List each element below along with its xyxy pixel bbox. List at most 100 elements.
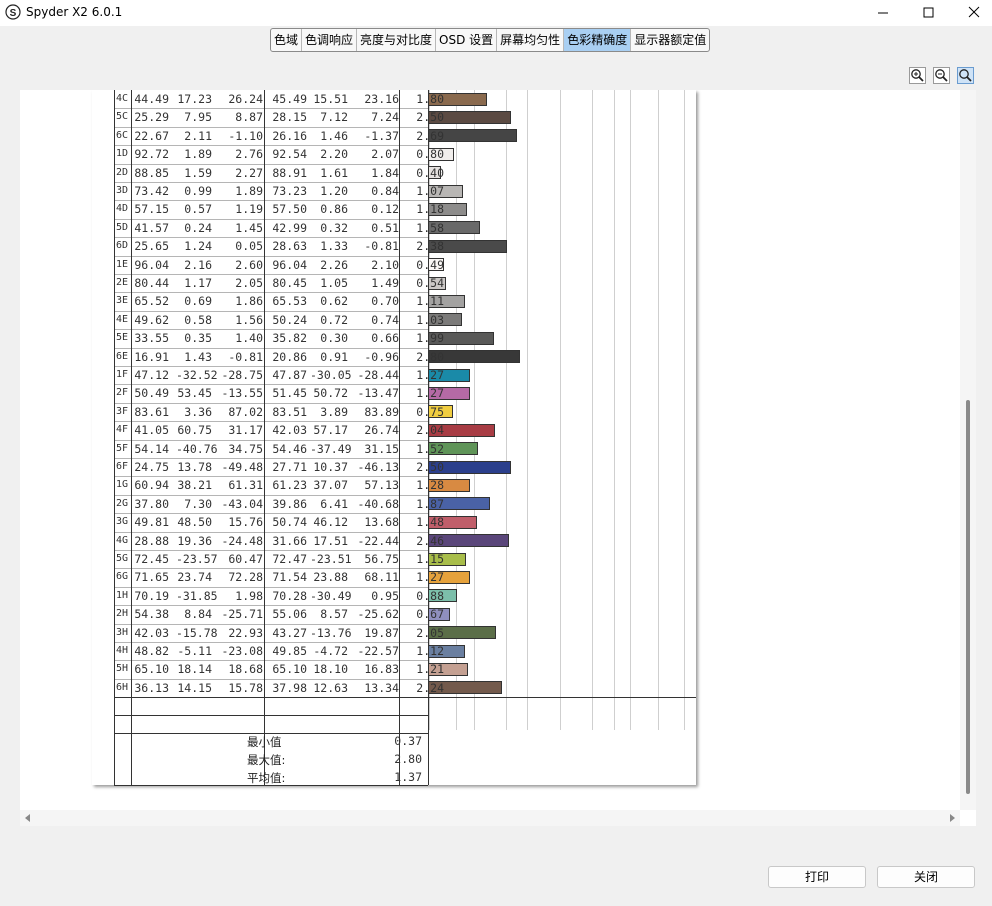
cell-l1: 37.80	[134, 496, 169, 511]
tab-tone-response[interactable]: 色调响应	[302, 29, 358, 51]
patch-id: 2E	[116, 277, 129, 288]
cell-a1: 1.89	[184, 147, 212, 162]
cell-b2: -46.13	[357, 460, 399, 474]
cell-a1: 3.36	[184, 404, 212, 419]
cell-de: 1.07	[416, 184, 444, 198]
chart-gridline	[630, 90, 631, 730]
cell-a1: 0.58	[184, 312, 212, 327]
table-row: 2E 80.44 1.17 2.05 80.45 1.05 1.49 0.54	[114, 274, 444, 292]
cell-l1: 50.49	[134, 386, 169, 401]
cell-b2: -22.57	[357, 644, 399, 658]
cell-a1: 0.69	[184, 294, 212, 309]
chart-gridline	[560, 90, 561, 730]
maximize-button[interactable]	[906, 0, 952, 26]
cell-de: 0.67	[416, 607, 444, 622]
cell-a2: 1.05	[320, 276, 348, 290]
minimize-icon	[878, 12, 888, 14]
cell-b2: 1.49	[371, 276, 399, 290]
cell-a1: -31.85	[176, 588, 218, 603]
minimize-button[interactable]	[860, 0, 906, 26]
cell-l2: 50.24	[272, 312, 307, 327]
tab-screen-uniformity[interactable]: 屏幕均匀性	[497, 29, 565, 51]
cell-de: 1.12	[416, 644, 444, 658]
patch-id: 4D	[116, 203, 129, 215]
patch-id: 3H	[116, 626, 129, 638]
table-row: 2H 54.38 8.84 -25.71 55.06 8.57 -25.62 0.67	[114, 605, 444, 623]
cell-b2: 56.75	[364, 552, 399, 566]
cell-l2: 83.51	[272, 404, 307, 419]
cell-a2: 1.61	[320, 165, 348, 180]
tab-monitor-rating[interactable]: 显示器额定值	[631, 29, 709, 51]
report-viewport: 4C 44.49 17.23 26.24 45.49 15.51 23.16 1.80 5C 25…	[20, 90, 976, 826]
zoom-in-button[interactable]	[909, 67, 926, 84]
table-row: 1G 60.94 38.21 61.31 61.23 37.07 57.13 1.28	[114, 476, 444, 494]
cell-b2: -28.44	[357, 368, 399, 382]
cell-a2: 7.12	[320, 110, 348, 125]
scroll-right-icon[interactable]	[948, 814, 956, 822]
cell-l1: 24.75	[134, 460, 169, 474]
cell-a1: -23.57	[176, 552, 218, 566]
patch-id: 3G	[116, 516, 129, 528]
cell-b2: 0.70	[371, 294, 399, 309]
chart-gridline	[592, 90, 593, 730]
tab-gamut[interactable]: 色域	[271, 29, 303, 51]
chart-gridline	[506, 90, 507, 730]
cell-de: 0.54	[416, 276, 444, 290]
cell-a1: 1.59	[184, 165, 212, 180]
cell-b1: 1.19	[235, 202, 263, 217]
cell-de: 1.21	[416, 662, 444, 677]
cell-l1: 83.61	[134, 404, 169, 419]
table-row: 5G 72.45 -23.57 60.47 72.47 -23.51 56.75 1.15	[114, 550, 444, 568]
print-button[interactable]: 打印	[768, 866, 866, 888]
cell-a1: 38.21	[177, 478, 212, 493]
tab-color-accuracy[interactable]: 色彩精确度	[564, 29, 632, 51]
patch-id: 5C	[116, 111, 129, 123]
cell-b1: 72.28	[228, 570, 263, 585]
zoom-fit-button[interactable]	[957, 67, 974, 84]
cell-l1: 42.03	[134, 625, 169, 640]
tab-osd-settings[interactable]: OSD 设置	[436, 29, 498, 51]
cell-de: 1.80	[416, 92, 444, 106]
table-column-line	[428, 90, 429, 785]
cell-l1: 41.57	[134, 220, 169, 235]
cell-l2: 28.15	[272, 110, 307, 125]
cell-de: 1.27	[416, 570, 444, 585]
cell-a2: 37.07	[313, 478, 348, 493]
close-window-button[interactable]	[950, 0, 992, 26]
cell-a1: 14.15	[177, 680, 212, 695]
cell-b2: 0.12	[371, 202, 399, 217]
cell-b1: 26.24	[228, 92, 263, 106]
cell-l2: 61.23	[272, 478, 307, 493]
cell-b1: 61.31	[228, 478, 263, 493]
cell-l2: 72.47	[272, 552, 307, 566]
cell-a2: -23.51	[310, 552, 352, 566]
vertical-scrollbar-thumb[interactable]	[966, 400, 970, 794]
vertical-scrollbar[interactable]	[960, 90, 976, 810]
patch-id: 2F	[116, 387, 129, 399]
table-column-line	[114, 90, 115, 785]
cell-b1: -28.75	[221, 368, 263, 382]
table-row: 3H 42.03 -15.78 22.93 43.27 -13.76 19.87 2.05	[114, 624, 444, 642]
table-row: 5D 41.57 0.24 1.45 42.99 0.32 0.51 1.58	[114, 219, 444, 237]
cell-a2: 23.88	[313, 570, 348, 585]
cell-l1: 25.65	[134, 239, 169, 254]
cell-b2: 57.13	[364, 478, 399, 493]
close-button[interactable]: 关闭	[877, 866, 975, 888]
cell-b2: 13.34	[364, 680, 399, 695]
cell-a1: 7.95	[184, 110, 212, 125]
stat-avg-value: 1.37	[394, 770, 422, 784]
cell-l2: 20.86	[272, 349, 307, 364]
horizontal-scrollbar[interactable]	[20, 810, 960, 826]
patch-id: 5F	[116, 442, 129, 454]
patch-id: 6F	[116, 461, 129, 472]
zoom-out-button[interactable]	[933, 67, 950, 84]
cell-a1: 0.24	[184, 220, 212, 235]
cell-l1: 36.13	[134, 680, 169, 695]
zoom-out-icon	[935, 69, 948, 82]
table-row: 6G 71.65 23.74 72.28 71.54 23.88 68.11 1.27	[114, 568, 444, 586]
window-title: Spyder X2 6.0.1	[26, 5, 123, 19]
cell-l1: 44.49	[134, 92, 169, 106]
cell-a2: 2.20	[320, 147, 348, 162]
tab-brightness-contrast[interactable]: 亮度与对比度	[357, 29, 437, 51]
scroll-left-icon[interactable]	[24, 814, 32, 822]
